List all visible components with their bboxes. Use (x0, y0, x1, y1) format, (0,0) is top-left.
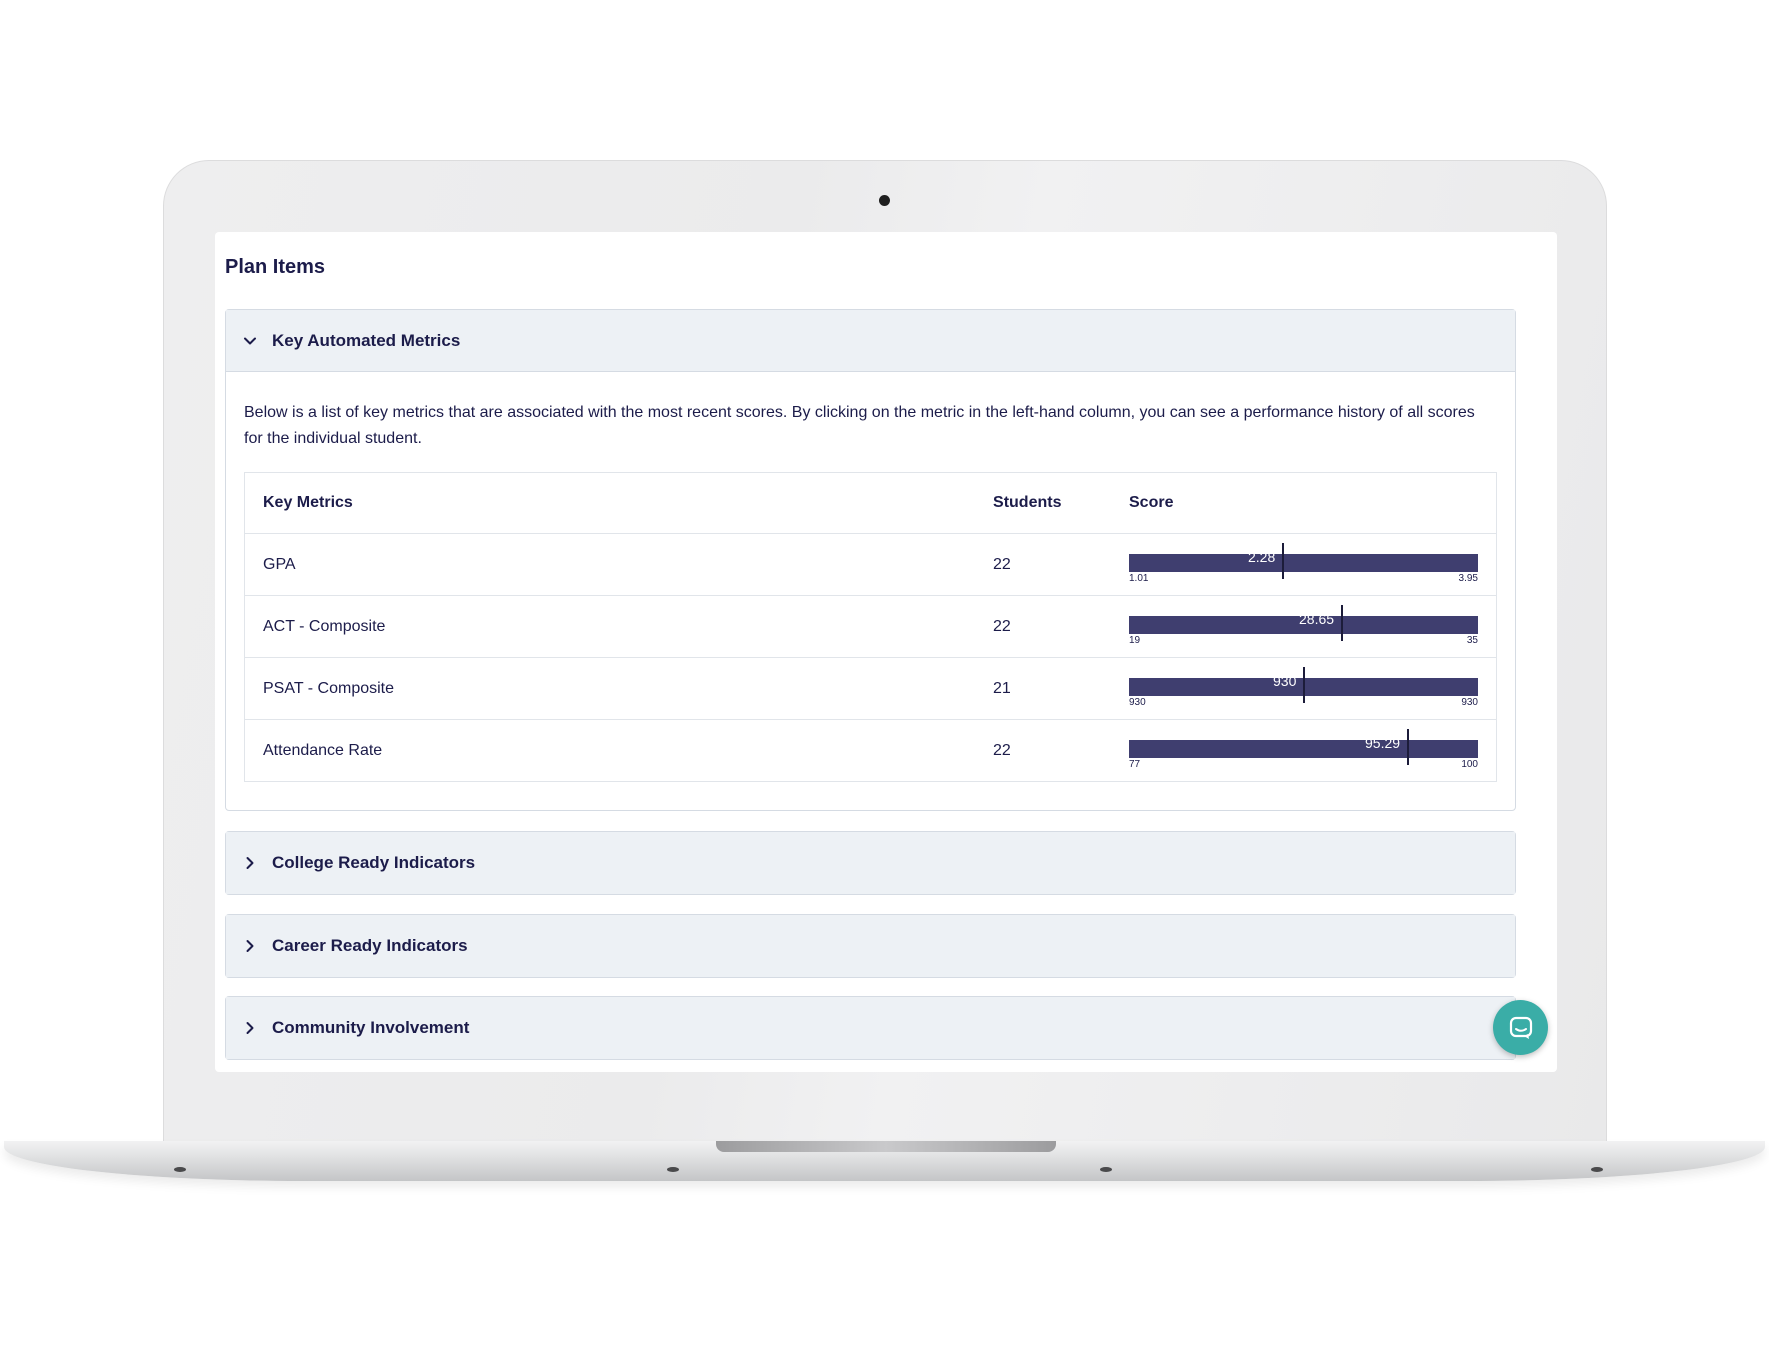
score-range-bar: 95.29 77 100 (1129, 728, 1478, 770)
accordion-body: Below is a list of key metrics that are … (226, 372, 1515, 810)
chevron-right-icon (246, 857, 254, 869)
score-range-bar: 930 930 930 (1129, 666, 1478, 708)
laptop-hinge-notch (716, 1141, 1056, 1152)
accordion-header-career-ready-indicators[interactable]: Career Ready Indicators (226, 915, 1515, 977)
laptop-foot (1100, 1167, 1112, 1172)
metric-name-link[interactable]: PSAT - Composite (244, 657, 994, 720)
table-row[interactable]: GPA 22 2.28 1.01 3.95 (244, 533, 1497, 596)
score-min: 77 (1129, 758, 1141, 770)
page-title: Plan Items (225, 256, 326, 278)
score-min: 930 (1129, 696, 1146, 708)
score-marker (1341, 604, 1343, 641)
accordion-college-ready-indicators: College Ready Indicators (225, 831, 1516, 895)
score-marker (1407, 728, 1409, 765)
metric-name-link[interactable]: ACT - Composite (244, 595, 994, 658)
chevron-right-icon (246, 940, 254, 952)
score-max: 930 (1461, 696, 1478, 708)
score-max: 100 (1461, 758, 1478, 770)
score-value: 95.29 (1365, 734, 1401, 751)
score-value: 28.65 (1299, 610, 1335, 627)
accordion-header-key-automated-metrics[interactable]: Key Automated Metrics (226, 310, 1515, 372)
accordion-career-ready-indicators: Career Ready Indicators (225, 914, 1516, 978)
chevron-right-icon (246, 1022, 254, 1034)
score-min: 1.01 (1129, 572, 1149, 584)
table-row[interactable]: PSAT - Composite 21 930 930 930 (244, 657, 1497, 720)
metrics-description: Below is a list of key metrics that are … (244, 404, 1475, 447)
laptop-foot (174, 1167, 186, 1172)
table-header-row: Key Metrics Students Score (244, 472, 1497, 534)
students-count: 22 (993, 533, 1129, 596)
accordion-community-involvement: Community Involvement (225, 996, 1516, 1060)
students-count: 21 (993, 657, 1129, 720)
laptop-foot (667, 1167, 679, 1172)
metric-name-link[interactable]: Attendance Rate (245, 720, 994, 782)
score-marker (1282, 542, 1284, 579)
accordion-header-community-involvement[interactable]: Community Involvement (226, 997, 1515, 1059)
chat-launcher-button[interactable] (1493, 1000, 1548, 1055)
accordion-title: Career Ready Indicators (272, 936, 468, 955)
table-row[interactable]: Attendance Rate 22 95.29 77 100 (245, 720, 1497, 782)
key-metrics-table: Key Metrics Students Score GPA 22 2.28 1… (244, 472, 1497, 782)
score-max: 35 (1466, 634, 1478, 646)
accordion-title: Key Automated Metrics (272, 330, 461, 350)
score-bar-fill (1129, 553, 1478, 572)
score-max: 3.95 (1458, 572, 1478, 584)
laptop-foot (1591, 1167, 1603, 1172)
score-value: 930 (1273, 672, 1297, 689)
score-range-bar: 28.65 19 35 (1129, 604, 1478, 646)
chat-icon (1509, 1016, 1532, 1039)
score-range-bar: 2.28 1.01 3.95 (1129, 542, 1478, 584)
score-marker (1303, 666, 1305, 703)
accordion-title: Community Involvement (272, 1018, 470, 1037)
accordion-title: College Ready Indicators (272, 853, 476, 872)
accordion-key-automated-metrics: Key Automated Metrics Below is a list of… (225, 309, 1516, 811)
accordion-header-college-ready-indicators[interactable]: College Ready Indicators (226, 832, 1515, 894)
score-bar-fill (1129, 739, 1478, 758)
score-value: 2.28 (1248, 548, 1276, 565)
column-header-students: Students (993, 472, 1129, 534)
column-header-key-metrics: Key Metrics (244, 472, 994, 534)
chevron-down-icon (244, 337, 256, 344)
screen: Plan Items Key Automated Metrics Below i… (215, 232, 1557, 1072)
students-count: 22 (993, 741, 1011, 759)
table-row[interactable]: ACT - Composite 22 28.65 19 35 (244, 595, 1497, 658)
metric-name-link[interactable]: GPA (244, 533, 994, 596)
students-count: 22 (993, 595, 1129, 658)
score-min: 19 (1129, 634, 1141, 646)
camera-dot (879, 195, 890, 206)
column-header-score: Score (1129, 472, 1497, 534)
